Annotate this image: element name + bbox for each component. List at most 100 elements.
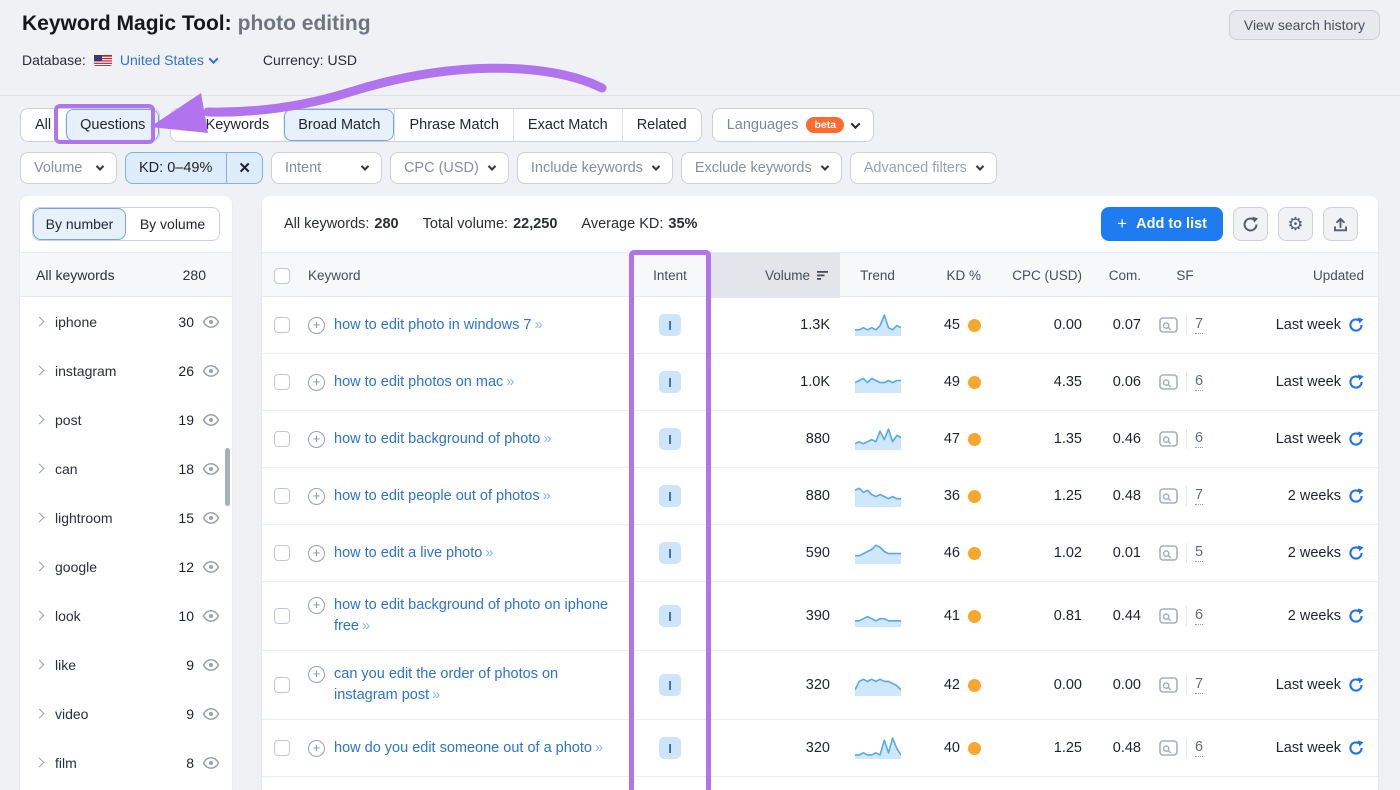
group-label[interactable]: film xyxy=(55,755,186,771)
tab-broad-match[interactable]: Broad Match xyxy=(283,109,394,141)
row-checkbox[interactable] xyxy=(274,545,290,561)
column-header-cpc[interactable]: CPC (USD) xyxy=(990,253,1090,298)
refresh-keyword-icon[interactable] xyxy=(1348,488,1364,504)
eye-toggle-icon[interactable] xyxy=(202,558,220,576)
expand-keyword-icon[interactable]: » xyxy=(595,740,602,756)
expand-keyword-icon[interactable]: » xyxy=(543,431,550,447)
chevron-right-icon[interactable] xyxy=(35,758,45,768)
volume-filter-dropdown[interactable]: Volume xyxy=(20,152,117,184)
row-checkbox[interactable] xyxy=(274,317,290,333)
add-to-list-button[interactable]: +Add to list xyxy=(1101,207,1223,241)
row-checkbox[interactable] xyxy=(274,677,290,693)
eye-toggle-icon[interactable] xyxy=(202,705,220,723)
serp-features-icon[interactable] xyxy=(1159,374,1178,390)
eye-toggle-icon[interactable] xyxy=(202,460,220,478)
serp-features-icon[interactable] xyxy=(1159,545,1178,561)
add-keyword-icon[interactable]: + xyxy=(308,545,325,562)
column-header-intent[interactable]: Intent xyxy=(630,253,710,298)
chevron-right-icon[interactable] xyxy=(35,562,45,572)
serp-features-icon[interactable] xyxy=(1159,317,1178,333)
sf-count-link[interactable]: 6 xyxy=(1195,373,1203,391)
sf-count-link[interactable]: 5 xyxy=(1195,544,1203,562)
serp-features-icon[interactable] xyxy=(1159,608,1178,624)
eye-toggle-icon[interactable] xyxy=(202,313,220,331)
serp-features-icon[interactable] xyxy=(1159,431,1178,447)
eye-toggle-icon[interactable] xyxy=(202,754,220,772)
eye-toggle-icon[interactable] xyxy=(202,607,220,625)
sort-by-volume-tab[interactable]: By volume xyxy=(126,208,219,240)
tab-questions[interactable]: Questions xyxy=(65,109,159,141)
expand-keyword-icon[interactable]: » xyxy=(506,374,513,390)
refresh-keyword-icon[interactable] xyxy=(1348,374,1364,390)
add-keyword-icon[interactable]: + xyxy=(308,374,325,391)
keyword-link[interactable]: how do you edit someone out of a photo» xyxy=(334,738,602,759)
keyword-link[interactable]: how to edit background of photo» xyxy=(334,429,550,450)
database-selector[interactable]: United States xyxy=(120,52,217,68)
group-label[interactable]: can xyxy=(55,461,178,477)
sidebar-all-keywords-row[interactable]: All keywords 280 xyxy=(20,253,232,297)
eye-toggle-icon[interactable] xyxy=(202,509,220,527)
group-label[interactable]: video xyxy=(55,706,186,722)
cpc-filter-dropdown[interactable]: CPC (USD) xyxy=(390,152,509,184)
group-label[interactable]: post xyxy=(55,412,178,428)
tab-all[interactable]: All xyxy=(21,109,65,141)
keyword-link[interactable]: how to edit background of photo on iphon… xyxy=(334,595,616,637)
keyword-link[interactable]: how to edit people out of photos» xyxy=(334,486,550,507)
column-header-volume[interactable]: Volume xyxy=(710,253,840,298)
group-label[interactable]: like xyxy=(55,657,186,673)
chevron-right-icon[interactable] xyxy=(35,464,45,474)
column-header-trend[interactable]: Trend xyxy=(840,253,915,298)
eye-toggle-icon[interactable] xyxy=(202,411,220,429)
serp-features-icon[interactable] xyxy=(1159,740,1178,756)
add-keyword-icon[interactable]: + xyxy=(308,597,325,614)
sf-count-link[interactable]: 7 xyxy=(1195,676,1203,694)
include-keywords-dropdown[interactable]: Include keywords xyxy=(517,152,673,184)
group-label[interactable]: iphone xyxy=(55,314,178,330)
row-checkbox[interactable] xyxy=(274,740,290,756)
column-header-updated[interactable]: Updated xyxy=(1222,253,1378,298)
advanced-filters-dropdown[interactable]: Advanced filters xyxy=(850,152,997,184)
expand-keyword-icon[interactable]: » xyxy=(362,618,369,634)
sf-count-link[interactable]: 6 xyxy=(1195,739,1203,757)
row-checkbox[interactable] xyxy=(274,608,290,624)
column-header-com[interactable]: Com. xyxy=(1090,253,1148,298)
sf-count-link[interactable]: 7 xyxy=(1195,316,1203,334)
chevron-right-icon[interactable] xyxy=(35,709,45,719)
tab-all-keywords[interactable]: All Keywords xyxy=(171,109,283,141)
eye-toggle-icon[interactable] xyxy=(202,362,220,380)
chevron-right-icon[interactable] xyxy=(35,415,45,425)
refresh-keyword-icon[interactable] xyxy=(1348,608,1364,624)
sort-by-number-tab[interactable]: By number xyxy=(33,208,126,240)
sf-count-link[interactable]: 7 xyxy=(1195,487,1203,505)
refresh-keyword-icon[interactable] xyxy=(1348,317,1364,333)
add-keyword-icon[interactable]: + xyxy=(308,431,325,448)
export-button[interactable] xyxy=(1323,207,1358,241)
column-header-keyword[interactable]: Keyword xyxy=(302,253,630,298)
column-header-sf[interactable]: SF xyxy=(1148,253,1222,298)
refresh-keyword-icon[interactable] xyxy=(1348,677,1364,693)
kd-filter-active[interactable]: KD: 0–49%✕ xyxy=(125,152,263,184)
keyword-link[interactable]: how to edit a live photo» xyxy=(334,543,492,564)
keyword-link[interactable]: how to edit photo in windows 7» xyxy=(334,315,542,336)
group-label[interactable]: google xyxy=(55,559,178,575)
serp-features-icon[interactable] xyxy=(1159,488,1178,504)
expand-keyword-icon[interactable]: » xyxy=(535,317,542,333)
add-keyword-icon[interactable]: + xyxy=(308,666,325,683)
refresh-keyword-icon[interactable] xyxy=(1348,545,1364,561)
kd-filter-clear-icon[interactable]: ✕ xyxy=(226,152,262,184)
add-keyword-icon[interactable]: + xyxy=(308,317,325,334)
add-keyword-icon[interactable]: + xyxy=(308,488,325,505)
select-all-checkbox[interactable] xyxy=(274,268,290,284)
serp-features-icon[interactable] xyxy=(1159,677,1178,693)
row-checkbox[interactable] xyxy=(274,374,290,390)
group-label[interactable]: lightroom xyxy=(55,510,178,526)
chevron-right-icon[interactable] xyxy=(35,513,45,523)
keyword-link[interactable]: how to edit photos on mac» xyxy=(334,372,513,393)
expand-keyword-icon[interactable]: » xyxy=(432,687,439,703)
column-header-kd[interactable]: KD % xyxy=(915,253,990,298)
view-search-history-button[interactable]: View search history xyxy=(1229,10,1380,40)
table-settings-button[interactable]: ⚙ xyxy=(1278,207,1313,241)
group-label[interactable]: instagram xyxy=(55,363,178,379)
expand-keyword-icon[interactable]: » xyxy=(543,488,550,504)
eye-toggle-icon[interactable] xyxy=(202,656,220,674)
